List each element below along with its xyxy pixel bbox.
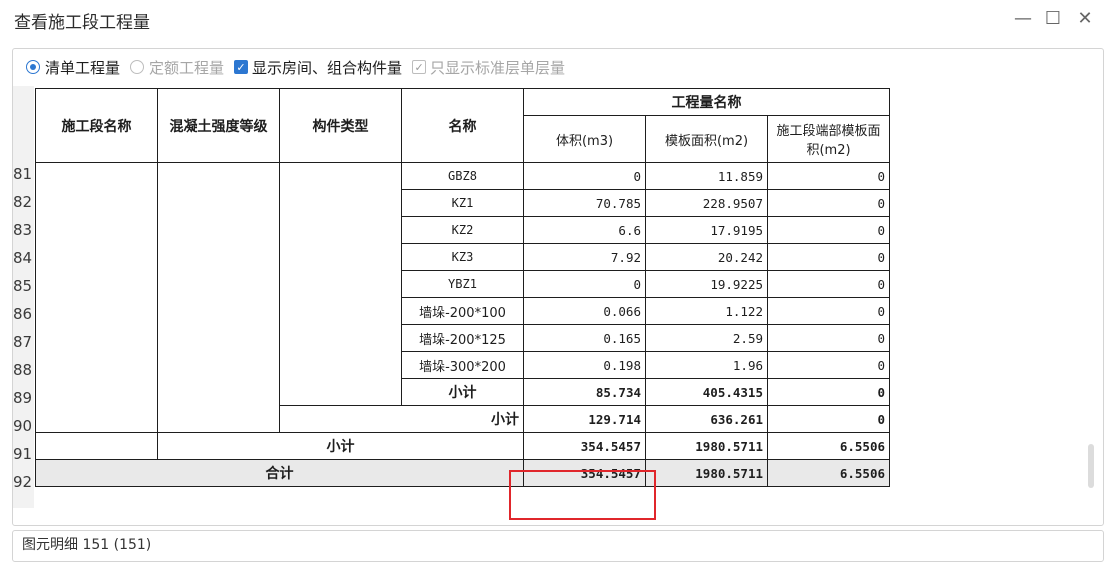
header-concrete-grade[interactable]: 混凝土强度等级 (157, 88, 280, 163)
window-title: 查看施工段工程量 (14, 13, 150, 33)
name-cell[interactable]: YBZ1 (401, 270, 524, 298)
header-end-formwork-area[interactable]: 施工段端部模板面积(m2) (767, 115, 890, 163)
name-cell[interactable]: KZ1 (401, 189, 524, 217)
row-number: 87 (13, 333, 33, 351)
row-number: 84 (13, 249, 33, 267)
header-formwork-area[interactable]: 模板面积(m2) (645, 115, 768, 163)
end-formwork-cell[interactable]: 0 (767, 324, 890, 352)
subtotal-label: 小计 (279, 405, 524, 433)
radio-quota-quantity-label: 定额工程量 (149, 58, 225, 77)
checkbox-standard-floor-only[interactable]: ✓ 只显示标准层单层量 (412, 57, 565, 78)
name-cell[interactable]: 墙垛-200*125 (401, 324, 524, 352)
subtotal-label: 小计 (401, 378, 524, 406)
name-cell[interactable]: 墙垛-300*200 (401, 351, 524, 379)
header-volume[interactable]: 体积(m3) (523, 115, 646, 163)
subtotal-formwork-cell[interactable]: 405.4315 (645, 378, 768, 406)
volume-cell[interactable]: 70.785 (523, 189, 646, 217)
name-cell[interactable]: KZ2 (401, 216, 524, 244)
vertical-scrollbar[interactable] (1088, 444, 1094, 488)
volume-cell[interactable]: 0.198 (523, 351, 646, 379)
radio-quota-quantity[interactable]: 定额工程量 (130, 57, 224, 78)
radio-bill-quantity[interactable]: 清单工程量 (26, 57, 120, 78)
total-row[interactable]: 合计 354.5457 1980.5711 6.5506 (35, 459, 890, 487)
row-number: 89 (13, 389, 33, 407)
table-row[interactable]: GBZ8 0 11.859 0 (35, 162, 890, 433)
formwork-cell[interactable]: 1.96 (645, 351, 768, 379)
subtotal-end-formwork-cell[interactable]: 0 (767, 405, 890, 433)
section-name-cell[interactable] (35, 432, 158, 460)
subtotal-volume-cell[interactable]: 129.714 (523, 405, 646, 433)
formwork-cell[interactable]: 2.59 (645, 324, 768, 352)
subtotal-row[interactable]: 小计 354.5457 1980.5711 6.5506 (35, 432, 890, 460)
detail-panel (12, 530, 1104, 562)
concrete-grade-cell[interactable] (157, 162, 280, 433)
formwork-cell[interactable]: 1.122 (645, 297, 768, 325)
header-component-type[interactable]: 构件类型 (279, 88, 402, 163)
end-formwork-cell[interactable]: 0 (767, 189, 890, 217)
subtotal-end-formwork-cell[interactable]: 0 (767, 378, 890, 406)
row-number: 82 (13, 193, 33, 211)
subtotal-volume-cell[interactable]: 85.734 (523, 378, 646, 406)
options-bar: 清单工程量 定额工程量 ✓ 显示房间、组合构件量 ✓ 只显示标准层单层量 (26, 54, 575, 80)
header-quantity-group: 工程量名称 (523, 88, 890, 116)
formwork-cell[interactable]: 11.859 (645, 162, 768, 190)
volume-cell[interactable]: 0 (523, 162, 646, 190)
row-number-gutter: 81 82 83 84 85 86 87 88 89 90 91 92 (13, 86, 34, 508)
name-cell[interactable]: GBZ8 (401, 162, 524, 190)
subtotal-formwork-cell[interactable]: 1980.5711 (645, 432, 768, 460)
formwork-cell[interactable]: 20.242 (645, 243, 768, 271)
end-formwork-cell[interactable]: 0 (767, 297, 890, 325)
header-name[interactable]: 名称 (401, 88, 524, 163)
highlight-box (509, 470, 656, 520)
subtotal-volume-cell[interactable]: 354.5457 (523, 432, 646, 460)
row-number: 85 (13, 277, 33, 295)
row-number: 92 (13, 473, 33, 491)
maximize-button[interactable]: ☐ (1040, 6, 1066, 32)
subtotal-formwork-cell[interactable]: 636.261 (645, 405, 768, 433)
end-formwork-cell[interactable]: 0 (767, 270, 890, 298)
component-type-cell[interactable] (279, 162, 402, 406)
subtotal-label: 小计 (157, 432, 524, 460)
volume-cell[interactable]: 0.066 (523, 297, 646, 325)
end-formwork-cell[interactable]: 0 (767, 351, 890, 379)
volume-cell[interactable]: 7.92 (523, 243, 646, 271)
radio-unselected-icon (130, 60, 145, 74)
formwork-cell[interactable]: 228.9507 (645, 189, 768, 217)
section-name-cell[interactable] (35, 162, 158, 433)
formwork-cell[interactable]: 19.9225 (645, 270, 768, 298)
end-formwork-cell[interactable]: 0 (767, 243, 890, 271)
end-formwork-cell[interactable]: 0 (767, 216, 890, 244)
checkbox-show-room-components[interactable]: ✓ 显示房间、组合构件量 (234, 57, 402, 78)
volume-cell[interactable]: 6.6 (523, 216, 646, 244)
total-label: 合计 (35, 459, 524, 487)
total-formwork-cell[interactable]: 1980.5711 (645, 459, 768, 487)
row-number: 91 (13, 445, 33, 463)
row-number: 83 (13, 221, 33, 239)
radio-bill-quantity-label: 清单工程量 (45, 58, 121, 77)
row-number: 90 (13, 417, 33, 435)
row-number: 81 (13, 165, 33, 183)
volume-cell[interactable]: 0.165 (523, 324, 646, 352)
close-button[interactable]: ✕ (1072, 6, 1098, 32)
subtotal-end-formwork-cell[interactable]: 6.5506 (767, 432, 890, 460)
checkbox-show-room-components-label: 显示房间、组合构件量 (252, 58, 403, 77)
row-number: 86 (13, 305, 33, 323)
detail-panel-title: 图元明细 151 (151) (22, 537, 152, 553)
checkbox-checked-icon: ✓ (234, 60, 249, 74)
quantity-table: 施工段名称 混凝土强度等级 构件类型 名称 工程量名称 体积(m3) 模板面积(… (35, 88, 890, 487)
name-cell[interactable]: KZ3 (401, 243, 524, 271)
header-section-name[interactable]: 施工段名称 (35, 88, 158, 163)
checkbox-standard-floor-only-label: 只显示标准层单层量 (430, 58, 566, 77)
row-number: 88 (13, 361, 33, 379)
radio-selected-icon (26, 60, 40, 74)
volume-cell[interactable]: 0 (523, 270, 646, 298)
end-formwork-cell[interactable]: 0 (767, 162, 890, 190)
formwork-cell[interactable]: 17.9195 (645, 216, 768, 244)
minimize-button[interactable]: — (1010, 6, 1036, 32)
total-end-formwork-cell[interactable]: 6.5506 (767, 459, 890, 487)
name-cell[interactable]: 墙垛-200*100 (401, 297, 524, 325)
checkbox-disabled-checked-icon: ✓ (412, 60, 427, 74)
